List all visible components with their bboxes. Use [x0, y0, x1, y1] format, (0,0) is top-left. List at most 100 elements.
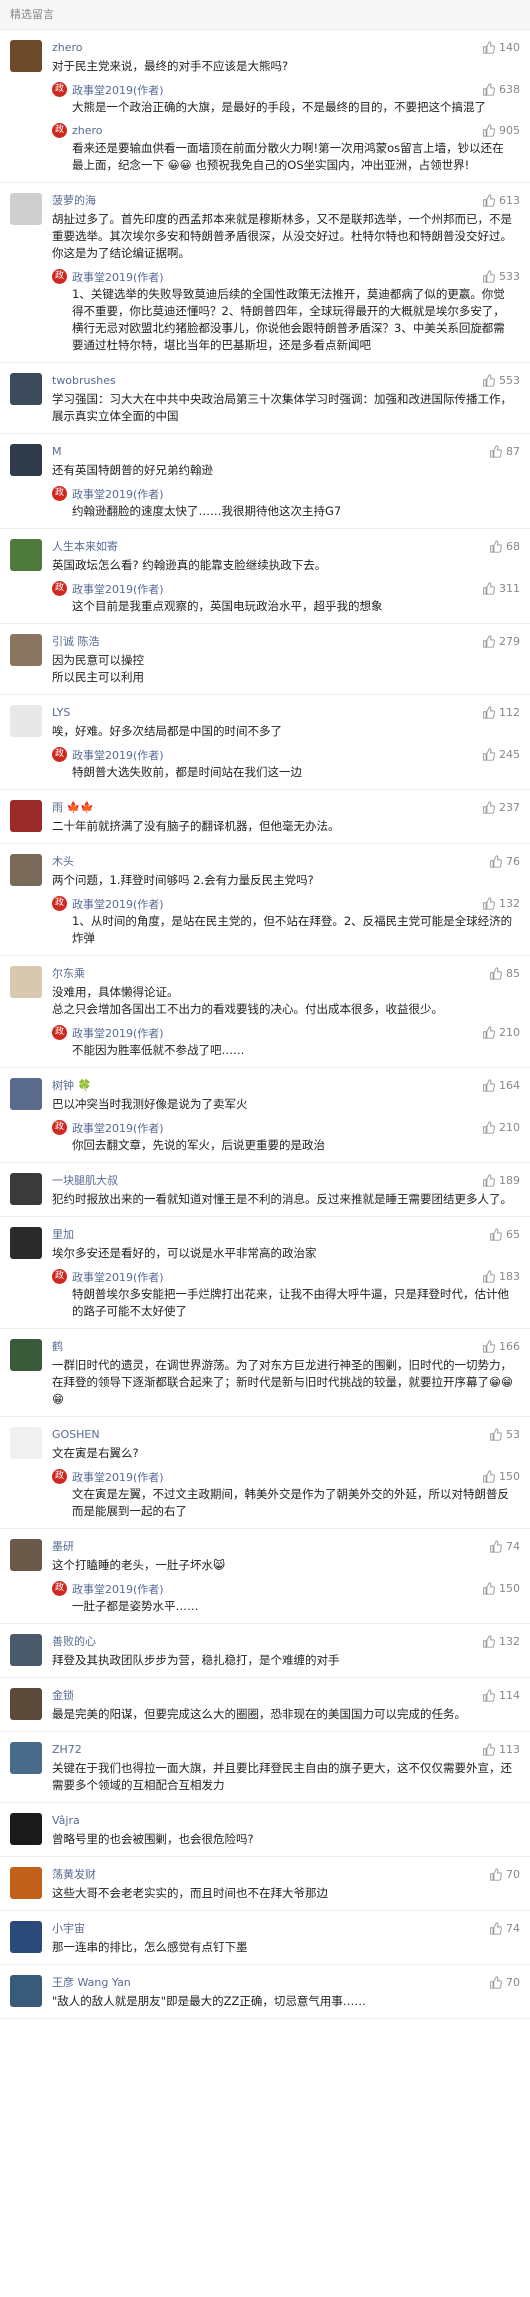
username[interactable]: 墨研 — [52, 1538, 74, 1554]
username[interactable]: 里加 — [52, 1226, 74, 1242]
like-button[interactable]: 113 — [482, 1743, 520, 1756]
username[interactable]: zhero — [52, 41, 83, 54]
username[interactable]: Vâjra — [52, 1814, 80, 1827]
user-avatar[interactable] — [10, 634, 42, 666]
like-button[interactable]: 237 — [482, 801, 520, 814]
like-button[interactable]: 132 — [482, 1635, 520, 1648]
user-avatar[interactable] — [10, 705, 42, 737]
user-avatar[interactable] — [10, 1813, 42, 1845]
username[interactable]: 人生本来如寄 — [52, 538, 118, 554]
reply-username[interactable]: 政事堂2019(作者) — [72, 1469, 164, 1485]
username[interactable]: 引诚 陈浩 — [52, 633, 100, 649]
user-avatar[interactable] — [10, 373, 42, 405]
reply-list: 政 政事堂2019(作者) 210 你回去翻文章，先说的军火，后说更重要的是政治 — [52, 1119, 520, 1154]
user-avatar[interactable] — [10, 444, 42, 476]
like-button[interactable]: 553 — [482, 374, 520, 387]
like-button[interactable]: 140 — [482, 41, 520, 54]
username[interactable]: 树钟 🍀 — [52, 1077, 91, 1093]
reply-username[interactable]: 政事堂2019(作者) — [72, 1025, 164, 1041]
username[interactable]: 一块腿肌大叔 — [52, 1172, 118, 1188]
username[interactable]: twobrushes — [52, 374, 116, 387]
comment-text: 曾略号里的也会被围剿，也会很危险吗? — [52, 1832, 254, 1846]
user-avatar[interactable] — [10, 1742, 42, 1774]
user-avatar[interactable] — [10, 539, 42, 571]
reply-like-button[interactable]: 638 — [482, 83, 520, 96]
reply-like-button[interactable]: 150 — [482, 1470, 520, 1483]
user-avatar[interactable] — [10, 1339, 42, 1371]
reply-username[interactable]: 政事堂2019(作者) — [72, 896, 164, 912]
reply-like-button[interactable]: 150 — [482, 1582, 520, 1595]
user-avatar[interactable] — [10, 1867, 42, 1899]
like-button[interactable]: 279 — [482, 635, 520, 648]
reply-like-button[interactable]: 905 — [482, 124, 520, 137]
like-button[interactable]: 166 — [482, 1340, 520, 1353]
like-button[interactable]: 74 — [489, 1922, 520, 1935]
reply-header: 政事堂2019(作者) 638 — [72, 81, 520, 98]
author-reply: 政 政事堂2019(作者) 245 特朗普大选失败前，都是时间站在我们这一边 — [52, 746, 520, 781]
reply-username[interactable]: 政事堂2019(作者) — [72, 1120, 164, 1136]
reply-like-count: 210 — [499, 1026, 520, 1039]
user-avatar[interactable] — [10, 1427, 42, 1459]
user-avatar[interactable] — [10, 1078, 42, 1110]
username[interactable]: ZH72 — [52, 1743, 82, 1756]
reply-username[interactable]: 政事堂2019(作者) — [72, 1581, 164, 1597]
like-button[interactable]: 53 — [489, 1428, 520, 1441]
username[interactable]: 鹤 — [52, 1338, 63, 1354]
reply-username[interactable]: zhero — [72, 124, 103, 137]
username[interactable]: 尔东乘 — [52, 965, 85, 981]
user-avatar[interactable] — [10, 1173, 42, 1205]
reply-like-button[interactable]: 533 — [482, 270, 520, 283]
thumbs-up-icon — [483, 897, 495, 910]
reply-like-button[interactable]: 183 — [482, 1270, 520, 1283]
like-button[interactable]: 68 — [489, 540, 520, 553]
thumbs-up-icon — [483, 1742, 495, 1756]
username[interactable]: 小宇宙 — [52, 1920, 85, 1936]
username[interactable]: 菠萝的海 — [52, 192, 96, 208]
user-avatar[interactable] — [10, 800, 42, 832]
reply-like-button[interactable]: 210 — [482, 1121, 520, 1134]
username[interactable]: 雨 🍁🍁 — [52, 799, 94, 815]
user-avatar[interactable] — [10, 1634, 42, 1666]
reply-like-button[interactable]: 311 — [482, 582, 520, 595]
username[interactable]: 金锁 — [52, 1687, 74, 1703]
reply-like-button[interactable]: 210 — [482, 1026, 520, 1039]
like-button[interactable]: 87 — [489, 445, 520, 458]
reply-like-button[interactable]: 245 — [482, 748, 520, 761]
username[interactable]: 荡黄发财 — [52, 1866, 96, 1882]
like-button[interactable]: 70 — [489, 1868, 520, 1881]
user-avatar[interactable] — [10, 1688, 42, 1720]
username[interactable]: M — [52, 445, 62, 458]
username[interactable]: 王彦 Wang Yan — [52, 1974, 131, 1990]
user-avatar[interactable] — [10, 854, 42, 886]
like-button[interactable]: 74 — [489, 1540, 520, 1553]
like-button[interactable]: 189 — [482, 1174, 520, 1187]
user-avatar[interactable] — [10, 193, 42, 225]
comment-item: 一块腿肌大叔 189 犯约时报放出来的一看就知道对懂王是不利的消息。反过来推就是… — [0, 1163, 530, 1217]
like-button[interactable]: 85 — [489, 967, 520, 980]
like-button[interactable]: 65 — [489, 1228, 520, 1241]
user-avatar[interactable] — [10, 1975, 42, 2007]
like-button[interactable]: 613 — [482, 194, 520, 207]
like-button[interactable]: 164 — [482, 1079, 520, 1092]
reply-username[interactable]: 政事堂2019(作者) — [72, 269, 164, 285]
reply-header: 政事堂2019(作者) 183 — [72, 1268, 520, 1285]
user-avatar[interactable] — [10, 966, 42, 998]
username[interactable]: 木头 — [52, 853, 74, 869]
like-button[interactable]: 76 — [489, 855, 520, 868]
like-button[interactable]: 70 — [489, 1976, 520, 1989]
user-avatar[interactable] — [10, 1539, 42, 1571]
user-avatar[interactable] — [10, 1227, 42, 1259]
user-avatar[interactable] — [10, 1921, 42, 1953]
username[interactable]: LYS — [52, 706, 70, 719]
reply-username[interactable]: 政事堂2019(作者) — [72, 82, 164, 98]
like-button[interactable]: 112 — [482, 706, 520, 719]
username[interactable]: GOSHEN — [52, 1428, 100, 1441]
reply-like-button[interactable]: 132 — [482, 897, 520, 910]
reply-username[interactable]: 政事堂2019(作者) — [72, 581, 164, 597]
reply-username[interactable]: 政事堂2019(作者) — [72, 1269, 164, 1285]
like-button[interactable]: 114 — [482, 1689, 520, 1702]
reply-username[interactable]: 政事堂2019(作者) — [72, 747, 164, 763]
reply-username[interactable]: 政事堂2019(作者) — [72, 486, 164, 502]
username[interactable]: 善败的心 — [52, 1633, 96, 1649]
user-avatar[interactable] — [10, 40, 42, 72]
